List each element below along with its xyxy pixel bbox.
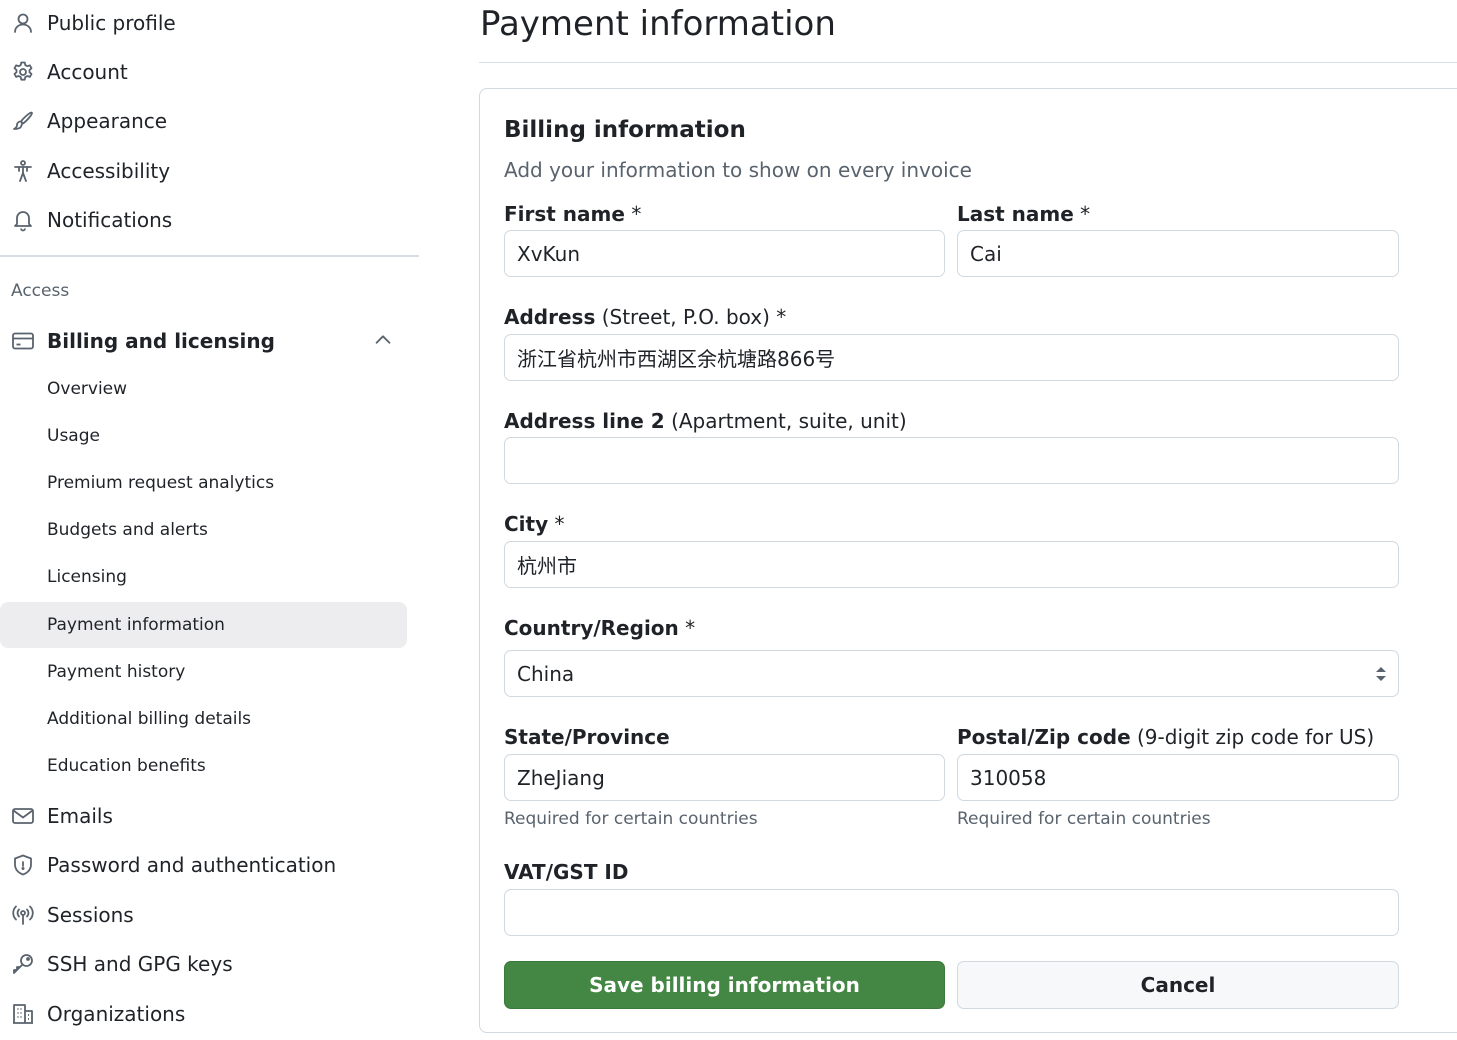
first-name-input[interactable]: [504, 230, 945, 277]
last-name-label: Last name *: [957, 202, 1091, 226]
credit-card-icon: [10, 328, 36, 354]
save-billing-information-button[interactable]: Save billing information: [504, 961, 945, 1009]
billing-information-heading: Billing information: [504, 117, 746, 143]
broadcast-icon: [10, 902, 36, 928]
state-province-input[interactable]: [504, 754, 945, 801]
sidebar-item-password-and-authentication[interactable]: Password and authentication: [0, 842, 407, 888]
postal-code-label: Postal/Zip code (9-digit zip code for US…: [957, 725, 1375, 749]
settings-sidebar: Public profile Account Appearance Access…: [0, 0, 420, 1040]
country-region-selected-value: China: [517, 661, 575, 686]
sidebar-item-label: Emails: [47, 804, 113, 828]
sidebar-item-label: Appearance: [47, 109, 168, 133]
sidebar-subitem-label: Additional billing details: [47, 709, 252, 729]
sidebar-subitem-label: Payment information: [47, 615, 225, 635]
title-divider: [479, 62, 1457, 63]
page-title: Payment information: [480, 4, 836, 44]
state-province-help: Required for certain countries: [504, 809, 758, 829]
sidebar-subitem-budgets-and-alerts[interactable]: Budgets and alerts: [0, 507, 407, 553]
state-province-label: State/Province: [504, 725, 670, 749]
sidebar-item-accessibility[interactable]: Accessibility: [0, 148, 407, 194]
sidebar-subitem-label: Overview: [47, 379, 128, 399]
sidebar-subitem-usage[interactable]: Usage: [0, 413, 407, 459]
person-icon: [10, 10, 36, 36]
key-icon: [10, 951, 36, 977]
bell-icon: [10, 207, 36, 233]
gear-icon: [10, 59, 36, 85]
sidebar-subitem-licensing[interactable]: Licensing: [0, 554, 407, 600]
sidebar-divider: [0, 255, 419, 257]
chevron-up-icon[interactable]: [372, 329, 394, 351]
sidebar-subitem-label: Payment history: [47, 662, 186, 682]
address-input[interactable]: [504, 334, 1399, 381]
sidebar-item-label: Public profile: [47, 11, 176, 35]
address-label: Address (Street, P.O. box) *: [504, 305, 787, 329]
sidebar-item-label: SSH and GPG keys: [47, 952, 233, 976]
sidebar-item-label: Accessibility: [47, 159, 171, 183]
sidebar-item-label: Password and authentication: [47, 853, 337, 877]
sidebar-subitem-label: Premium request analytics: [47, 473, 275, 493]
sidebar-subitem-label: Education benefits: [47, 756, 206, 776]
cancel-button[interactable]: Cancel: [957, 961, 1399, 1009]
sidebar-item-label: Notifications: [47, 208, 173, 232]
sidebar-item-appearance[interactable]: Appearance: [0, 98, 407, 144]
sidebar-subitem-premium-request-analytics[interactable]: Premium request analytics: [0, 460, 407, 506]
city-input[interactable]: [504, 541, 1399, 588]
shield-icon: [10, 852, 36, 878]
address-line-2-input[interactable]: [504, 437, 1399, 484]
paintbrush-icon: [10, 108, 36, 134]
sidebar-item-sessions[interactable]: Sessions: [0, 892, 407, 938]
last-name-input[interactable]: [957, 230, 1399, 277]
sidebar-subitem-additional-billing-details[interactable]: Additional billing details: [0, 696, 407, 742]
sidebar-item-ssh-and-gpg-keys[interactable]: SSH and GPG keys: [0, 941, 407, 987]
mail-icon: [10, 803, 36, 829]
sidebar-subitem-payment-information[interactable]: Payment information: [0, 602, 407, 648]
organization-icon: [10, 1001, 36, 1027]
country-region-select[interactable]: China: [504, 650, 1399, 697]
accessibility-icon: [10, 158, 36, 184]
sidebar-item-label: Billing and licensing: [47, 329, 275, 353]
sidebar-item-public-profile[interactable]: Public profile: [0, 0, 407, 46]
sidebar-subitem-education-benefits[interactable]: Education benefits: [0, 743, 407, 789]
sidebar-item-notifications[interactable]: Notifications: [0, 197, 407, 243]
country-region-label: Country/Region *: [504, 616, 696, 640]
first-name-label: First name *: [504, 202, 642, 226]
billing-information-subheading: Add your information to show on every in…: [504, 158, 972, 182]
sidebar-subitem-label: Usage: [47, 426, 100, 446]
vat-gst-id-input[interactable]: [504, 889, 1399, 936]
sidebar-item-billing-and-licensing[interactable]: Billing and licensing: [0, 318, 407, 364]
sidebar-item-emails[interactable]: Emails: [0, 793, 407, 839]
vat-gst-id-label: VAT/GST ID: [504, 860, 629, 884]
postal-code-input[interactable]: [957, 754, 1399, 801]
sidebar-item-label: Sessions: [47, 903, 134, 927]
sidebar-subitem-label: Budgets and alerts: [47, 520, 208, 540]
sidebar-item-account[interactable]: Account: [0, 49, 407, 95]
address-line-2-label: Address line 2 (Apartment, suite, unit): [504, 409, 907, 433]
sidebar-subitem-payment-history[interactable]: Payment history: [0, 649, 407, 695]
postal-code-help: Required for certain countries: [957, 809, 1211, 829]
sidebar-subitem-label: Licensing: [47, 567, 127, 587]
sidebar-item-label: Organizations: [47, 1002, 186, 1026]
sidebar-section-access: Access: [11, 281, 70, 301]
sidebar-item-label: Account: [47, 60, 128, 84]
sidebar-subitem-overview[interactable]: Overview: [0, 366, 407, 412]
sidebar-item-organizations[interactable]: Organizations: [0, 991, 407, 1037]
city-label: City *: [504, 512, 565, 536]
select-arrows-icon: [1376, 667, 1386, 681]
